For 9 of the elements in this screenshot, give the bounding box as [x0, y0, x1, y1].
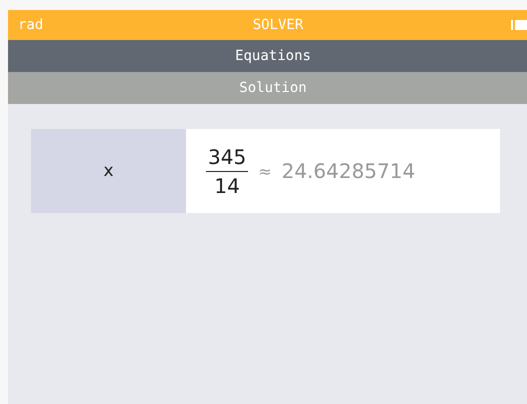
angle-unit: rad — [18, 17, 44, 33]
title-bar: Equations — [8, 40, 527, 72]
variable-cell: x — [31, 129, 186, 213]
app-title: SOLVER — [252, 17, 304, 33]
approx-sign: ≈ — [258, 162, 272, 180]
denominator: 14 — [214, 172, 240, 198]
numerator: 345 — [206, 144, 248, 172]
approx-value: 24.64285714 — [282, 159, 416, 183]
subtitle-bar: Solution — [8, 72, 527, 104]
